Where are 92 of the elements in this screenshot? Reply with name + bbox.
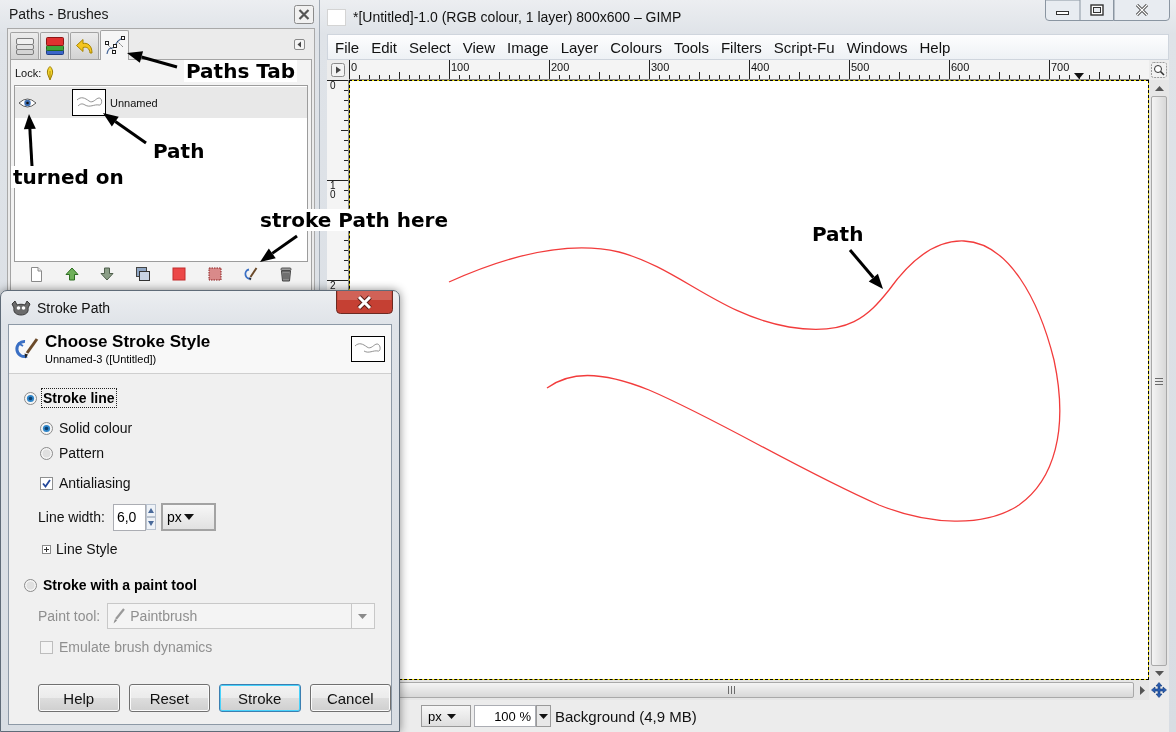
menu-item[interactable]: Tools [667, 38, 715, 56]
checkbox-label[interactable]: Antialiasing [59, 475, 131, 491]
menu-item[interactable]: Image [501, 38, 555, 56]
four-way-arrow-icon[interactable] [1151, 682, 1167, 698]
trash-icon[interactable] [278, 266, 295, 282]
caret-icon [446, 713, 456, 719]
zoom-field[interactable]: 100 % [474, 705, 536, 727]
lock-label: Lock: [15, 67, 42, 79]
ruler-label: 300 [651, 62, 671, 73]
eye-icon[interactable] [18, 96, 37, 109]
ruler-label: 400 [751, 62, 771, 73]
field-label: Line width: [38, 509, 105, 525]
layers-icon [13, 36, 36, 56]
zoom-icon[interactable] [1151, 62, 1167, 78]
line-width-field[interactable]: 6,0 [112, 503, 146, 531]
scroll-up-icon[interactable] [1154, 86, 1164, 91]
radio-button[interactable] [40, 421, 53, 435]
filled-square-icon[interactable] [170, 266, 187, 282]
menu-item[interactable]: Help [913, 38, 957, 56]
dialog-title: Stroke Path [37, 299, 111, 316]
annotation-label: Paths Tab [184, 60, 298, 82]
menu-item[interactable]: Script-Fu [767, 38, 841, 56]
dialog-heading: Choose Stroke Style [45, 332, 211, 352]
ruler-label: 10 [330, 181, 336, 199]
unit-dropdown[interactable]: px [421, 705, 471, 727]
caret-icon [183, 514, 194, 520]
maximize-icon[interactable] [1080, 0, 1114, 21]
ruler-label: 200 [551, 62, 571, 73]
dotted-square-icon[interactable] [206, 266, 223, 282]
expander-label[interactable]: Line Style [56, 541, 118, 557]
brush-stroke-icon[interactable] [242, 266, 259, 282]
menu-item[interactable]: View [456, 38, 501, 56]
unit-dropdown[interactable]: px [160, 503, 216, 531]
dialog-button[interactable]: Help [38, 684, 120, 712]
radio-label[interactable]: Pattern [59, 445, 105, 461]
expander-icon[interactable] [42, 544, 51, 554]
menu-item[interactable]: Filters [714, 38, 768, 56]
checkbox[interactable] [40, 476, 53, 490]
brush-stroke-icon [14, 337, 40, 361]
ruler-label: 0 [351, 62, 359, 73]
ruler-label: 100 [451, 62, 471, 73]
up-arrow-icon[interactable] [63, 266, 80, 282]
radio-button[interactable] [24, 578, 37, 592]
dock-tab[interactable] [40, 32, 69, 59]
window-title: *[Untitled]-1.0 (RGB colour, 1 layer) 800x600 – GIMP [353, 9, 682, 25]
field-label: Paint tool: [38, 608, 101, 624]
close-icon[interactable] [336, 291, 393, 314]
minimize-icon[interactable] [1045, 0, 1080, 21]
menu-item[interactable]: Windows [840, 38, 914, 56]
paths-icon [103, 34, 126, 57]
status-text: Background (4,9 MB) [555, 707, 697, 725]
ruler-label: 500 [851, 62, 871, 73]
channels-icon [43, 36, 66, 56]
annotation-label: stroke Path here [258, 209, 450, 231]
ruler-label: 600 [951, 62, 971, 73]
menu-item[interactable]: Edit [365, 38, 404, 56]
menu-item[interactable]: Layer [554, 38, 605, 56]
dialog-button[interactable]: Stroke [219, 684, 301, 712]
menu-item[interactable]: File [329, 38, 366, 56]
path-name: Unnamed [110, 96, 158, 109]
dock-tab[interactable] [100, 30, 129, 60]
radio-button[interactable] [40, 446, 53, 460]
duplicate-icon[interactable] [135, 266, 152, 282]
down-arrow-icon[interactable] [99, 266, 116, 282]
path-thumbnail [72, 89, 106, 116]
scrollbar-thumb[interactable] [1151, 96, 1167, 666]
ruler-label: 0 [330, 81, 336, 90]
undo-arrow-icon [73, 36, 96, 56]
radio-label[interactable]: Stroke line [42, 389, 116, 407]
panel-title: Paths - Brushes [9, 6, 109, 22]
panel-menu-icon[interactable] [294, 39, 305, 50]
dialog-subtitle: Unnamed-3 ([Untitled]) [45, 352, 158, 366]
dialog-button[interactable]: Cancel [309, 684, 391, 712]
menu-item[interactable]: Colours [604, 38, 668, 56]
scroll-down-icon[interactable] [1154, 671, 1164, 676]
dialog-button[interactable]: Reset [128, 684, 210, 712]
menu-item[interactable]: Select [403, 38, 457, 56]
path-list-item[interactable]: Unnamed [15, 87, 307, 118]
image-thumbnail-icon [327, 8, 346, 26]
radio-label[interactable]: Stroke with a paint tool [42, 576, 198, 594]
ruler-label: 700 [1051, 62, 1071, 73]
app-logo-icon [10, 299, 32, 316]
ruler-label: 2 [330, 281, 336, 290]
close-icon[interactable] [294, 4, 314, 24]
radio-label[interactable]: Solid colour [59, 420, 133, 436]
spin-arrows-icon[interactable] [145, 504, 156, 530]
triangle-marker-icon [1074, 73, 1084, 79]
radio-button[interactable] [24, 391, 37, 405]
path-thumbnail [351, 336, 385, 362]
paintbrush-icon [112, 608, 126, 624]
annotation-label: turned on [11, 166, 126, 188]
scroll-right-icon[interactable] [1140, 685, 1145, 695]
